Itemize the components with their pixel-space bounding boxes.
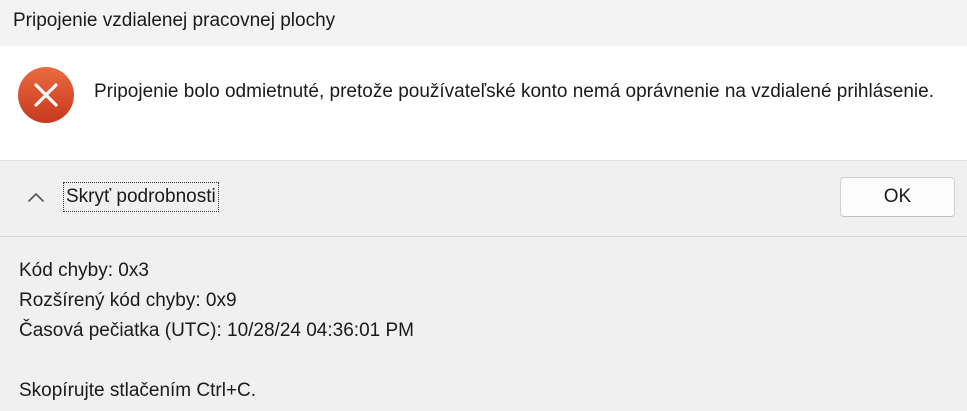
error-message: Pripojenie bolo odmietnuté, pretože použ… (94, 81, 934, 102)
hide-details-toggle[interactable]: Skryť podrobnosti (63, 182, 219, 212)
message-area: Pripojenie bolo odmietnuté, pretože použ… (0, 46, 967, 160)
timestamp-text: Časová pečiatka (UTC): 10/28/24 04:36:01… (19, 320, 414, 341)
error-code-text: Kód chyby: 0x3 (19, 260, 149, 281)
details-panel[interactable]: Kód chyby: 0x3 Rozšírený kód chyby: 0x9 … (0, 237, 967, 411)
error-icon (18, 67, 74, 123)
extended-error-code-text: Rozšírený kód chyby: 0x9 (19, 290, 237, 311)
window-title: Pripojenie vzdialenej pracovnej plochy (13, 10, 336, 31)
chevron-up-icon[interactable] (27, 191, 45, 203)
button-bar: Skryť podrobnosti OK (0, 161, 967, 236)
copy-hint-text: Skopírujte stlačením Ctrl+C. (19, 380, 257, 401)
title-bar: Pripojenie vzdialenej pracovnej plochy (0, 0, 967, 46)
ok-button[interactable]: OK (840, 177, 955, 217)
